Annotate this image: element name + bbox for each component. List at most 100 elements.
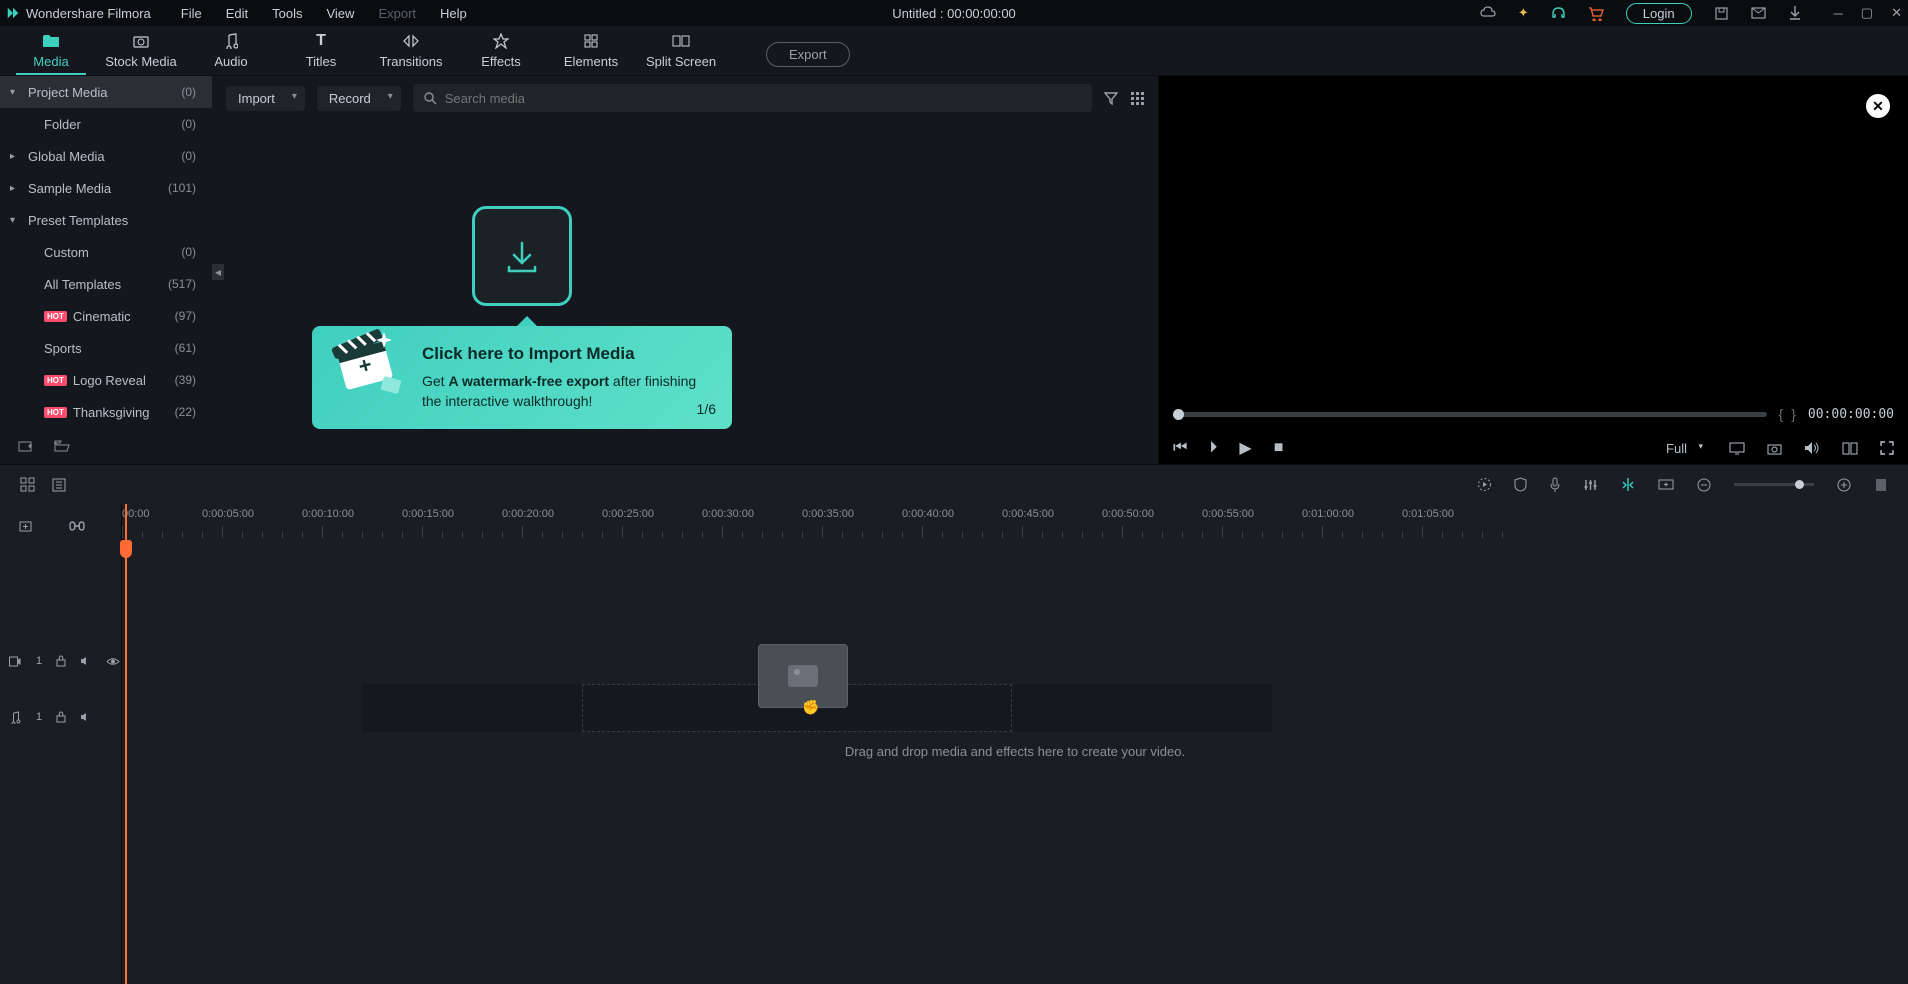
playhead-handle[interactable] bbox=[120, 540, 132, 558]
close-icon[interactable]: ✕ bbox=[1891, 5, 1902, 21]
sidebar-item-cinematic[interactable]: HOTCinematic(97) bbox=[0, 300, 212, 332]
timeline-ruler[interactable]: 00:000:00:05:000:00:10:000:00:15:000:00:… bbox=[122, 504, 1908, 548]
ruler-mark: 0:00:50:00 bbox=[1102, 508, 1154, 520]
mark-in-icon[interactable]: { bbox=[1779, 406, 1784, 422]
tab-label: Media bbox=[33, 54, 68, 69]
hot-badge: HOT bbox=[44, 407, 67, 418]
clapper-icon: + bbox=[322, 316, 412, 406]
snapshot-icon[interactable] bbox=[1767, 442, 1782, 455]
sidebar-item-thanksgiving[interactable]: HOTThanksgiving(22) bbox=[0, 396, 212, 428]
tab-audio[interactable]: Audio bbox=[186, 32, 276, 75]
volume-icon[interactable] bbox=[1804, 441, 1820, 455]
save-icon[interactable] bbox=[1714, 6, 1729, 21]
fullscreen-icon[interactable] bbox=[1880, 441, 1894, 455]
cloud-icon[interactable] bbox=[1480, 6, 1496, 20]
track-add-icon[interactable] bbox=[18, 519, 33, 534]
sidebar-item-label: Sports bbox=[44, 341, 82, 356]
zoom-slider[interactable] bbox=[1734, 483, 1814, 486]
timeline-settings-icon[interactable] bbox=[51, 477, 67, 493]
import-media-button[interactable] bbox=[472, 206, 572, 306]
mute-icon[interactable] bbox=[80, 712, 92, 722]
tab-elements[interactable]: Elements bbox=[546, 32, 636, 75]
search-input[interactable] bbox=[445, 91, 1082, 106]
step-back-icon[interactable]: ⏵ bbox=[1209, 439, 1217, 457]
menu-edit[interactable]: Edit bbox=[226, 6, 248, 21]
visibility-icon[interactable] bbox=[106, 657, 120, 666]
display-icon[interactable] bbox=[1729, 442, 1745, 455]
minimize-icon[interactable]: ─ bbox=[1834, 5, 1843, 21]
zoom-in-icon[interactable] bbox=[1836, 477, 1852, 493]
grid-view-icon[interactable] bbox=[1130, 91, 1144, 105]
maximize-icon[interactable]: ▢ bbox=[1861, 5, 1873, 21]
sidebar-item-custom[interactable]: Custom(0) bbox=[0, 236, 212, 268]
headset-icon[interactable] bbox=[1551, 6, 1566, 21]
play-icon[interactable]: ▶ bbox=[1239, 438, 1251, 458]
mail-icon[interactable] bbox=[1751, 7, 1766, 19]
tab-stock-media[interactable]: Stock Media bbox=[96, 32, 186, 75]
sidebar-item-folder[interactable]: Folder(0) bbox=[0, 108, 212, 140]
preview-quality-dropdown[interactable]: Full bbox=[1660, 439, 1707, 458]
menu-view[interactable]: View bbox=[326, 6, 354, 21]
track-link-icon[interactable] bbox=[69, 521, 85, 531]
tab-titles[interactable]: T Titles bbox=[276, 32, 366, 75]
video-track-header[interactable]: 1 bbox=[0, 640, 121, 682]
add-folder-icon[interactable] bbox=[18, 439, 34, 453]
sidebar-collapse-button[interactable]: ◀ bbox=[212, 264, 224, 280]
render-icon[interactable] bbox=[1477, 477, 1492, 492]
sidebar-item-preset-templates[interactable]: ▾Preset Templates bbox=[0, 204, 212, 236]
sidebar-item-all-templates[interactable]: All Templates(517) bbox=[0, 268, 212, 300]
preview-panel: ✕ { } 00:00:00:00 ⏮ ⏵ ▶ ■ Full bbox=[1158, 76, 1908, 464]
compare-icon[interactable] bbox=[1842, 442, 1858, 455]
ruler-mark: 0:00:40:00 bbox=[902, 508, 954, 520]
sidebar-item-count: (22) bbox=[175, 405, 196, 419]
preview-scrubber: { } 00:00:00:00 bbox=[1173, 406, 1894, 422]
download-icon[interactable] bbox=[1788, 5, 1802, 21]
tab-media[interactable]: Media bbox=[6, 32, 96, 75]
stop-icon[interactable]: ■ bbox=[1274, 439, 1284, 457]
add-marker-icon[interactable] bbox=[1658, 478, 1674, 491]
timeline-view-icon[interactable] bbox=[20, 477, 35, 492]
cart-icon[interactable] bbox=[1588, 6, 1604, 21]
tab-transitions[interactable]: Transitions bbox=[366, 32, 456, 75]
split-icon[interactable] bbox=[1620, 477, 1636, 492]
sidebar-item-sample-media[interactable]: ▸Sample Media(101) bbox=[0, 172, 212, 204]
tab-effects[interactable]: Effects bbox=[456, 32, 546, 75]
login-button[interactable]: Login bbox=[1626, 3, 1692, 24]
media-panel: Import Record + bbox=[212, 76, 1158, 464]
scrub-track[interactable] bbox=[1173, 412, 1767, 417]
playhead[interactable] bbox=[125, 504, 127, 984]
menu-tools[interactable]: Tools bbox=[272, 6, 302, 21]
menu-file[interactable]: File bbox=[181, 6, 202, 21]
menu-help[interactable]: Help bbox=[440, 6, 467, 21]
zoom-fit-icon[interactable] bbox=[1874, 477, 1888, 493]
mute-icon[interactable] bbox=[80, 656, 92, 666]
lock-icon[interactable] bbox=[56, 711, 66, 723]
menu-export[interactable]: Export bbox=[378, 6, 416, 21]
scrub-handle[interactable] bbox=[1173, 409, 1184, 420]
lock-icon[interactable] bbox=[56, 655, 66, 667]
import-dropdown[interactable]: Import bbox=[226, 86, 305, 111]
timeline-body[interactable]: 00:000:00:05:000:00:10:000:00:15:000:00:… bbox=[122, 504, 1908, 984]
audio-mixer-icon[interactable] bbox=[1583, 478, 1598, 492]
sidebar-item-global-media[interactable]: ▸Global Media(0) bbox=[0, 140, 212, 172]
filter-icon[interactable] bbox=[1104, 91, 1118, 105]
tab-split-screen[interactable]: Split Screen bbox=[636, 32, 726, 75]
mark-out-icon[interactable]: } bbox=[1791, 406, 1796, 422]
close-overlay-button[interactable]: ✕ bbox=[1866, 94, 1890, 118]
audio-track-header[interactable]: 1 bbox=[0, 696, 121, 738]
voiceover-mic-icon[interactable] bbox=[1549, 477, 1561, 493]
marker-shield-icon[interactable] bbox=[1514, 477, 1527, 492]
sidebar-item-sports[interactable]: Sports(61) bbox=[0, 332, 212, 364]
sidebar-item-logo-reveal[interactable]: HOTLogo Reveal(39) bbox=[0, 364, 212, 396]
search-box bbox=[413, 84, 1092, 112]
sidebar-item-project-media[interactable]: ▾Project Media(0) bbox=[0, 76, 212, 108]
open-folder-icon[interactable] bbox=[54, 440, 70, 453]
export-button[interactable]: Export bbox=[766, 42, 850, 67]
lightbulb-icon[interactable]: ✦ bbox=[1518, 5, 1529, 21]
ruler-mark: 0:00:30:00 bbox=[702, 508, 754, 520]
prev-frame-icon[interactable]: ⏮ bbox=[1173, 439, 1187, 457]
zoom-out-icon[interactable] bbox=[1696, 477, 1712, 493]
titlebar: Wondershare Filmora File Edit Tools View… bbox=[0, 0, 1908, 26]
record-dropdown[interactable]: Record bbox=[317, 86, 401, 111]
zoom-handle[interactable] bbox=[1795, 480, 1804, 489]
